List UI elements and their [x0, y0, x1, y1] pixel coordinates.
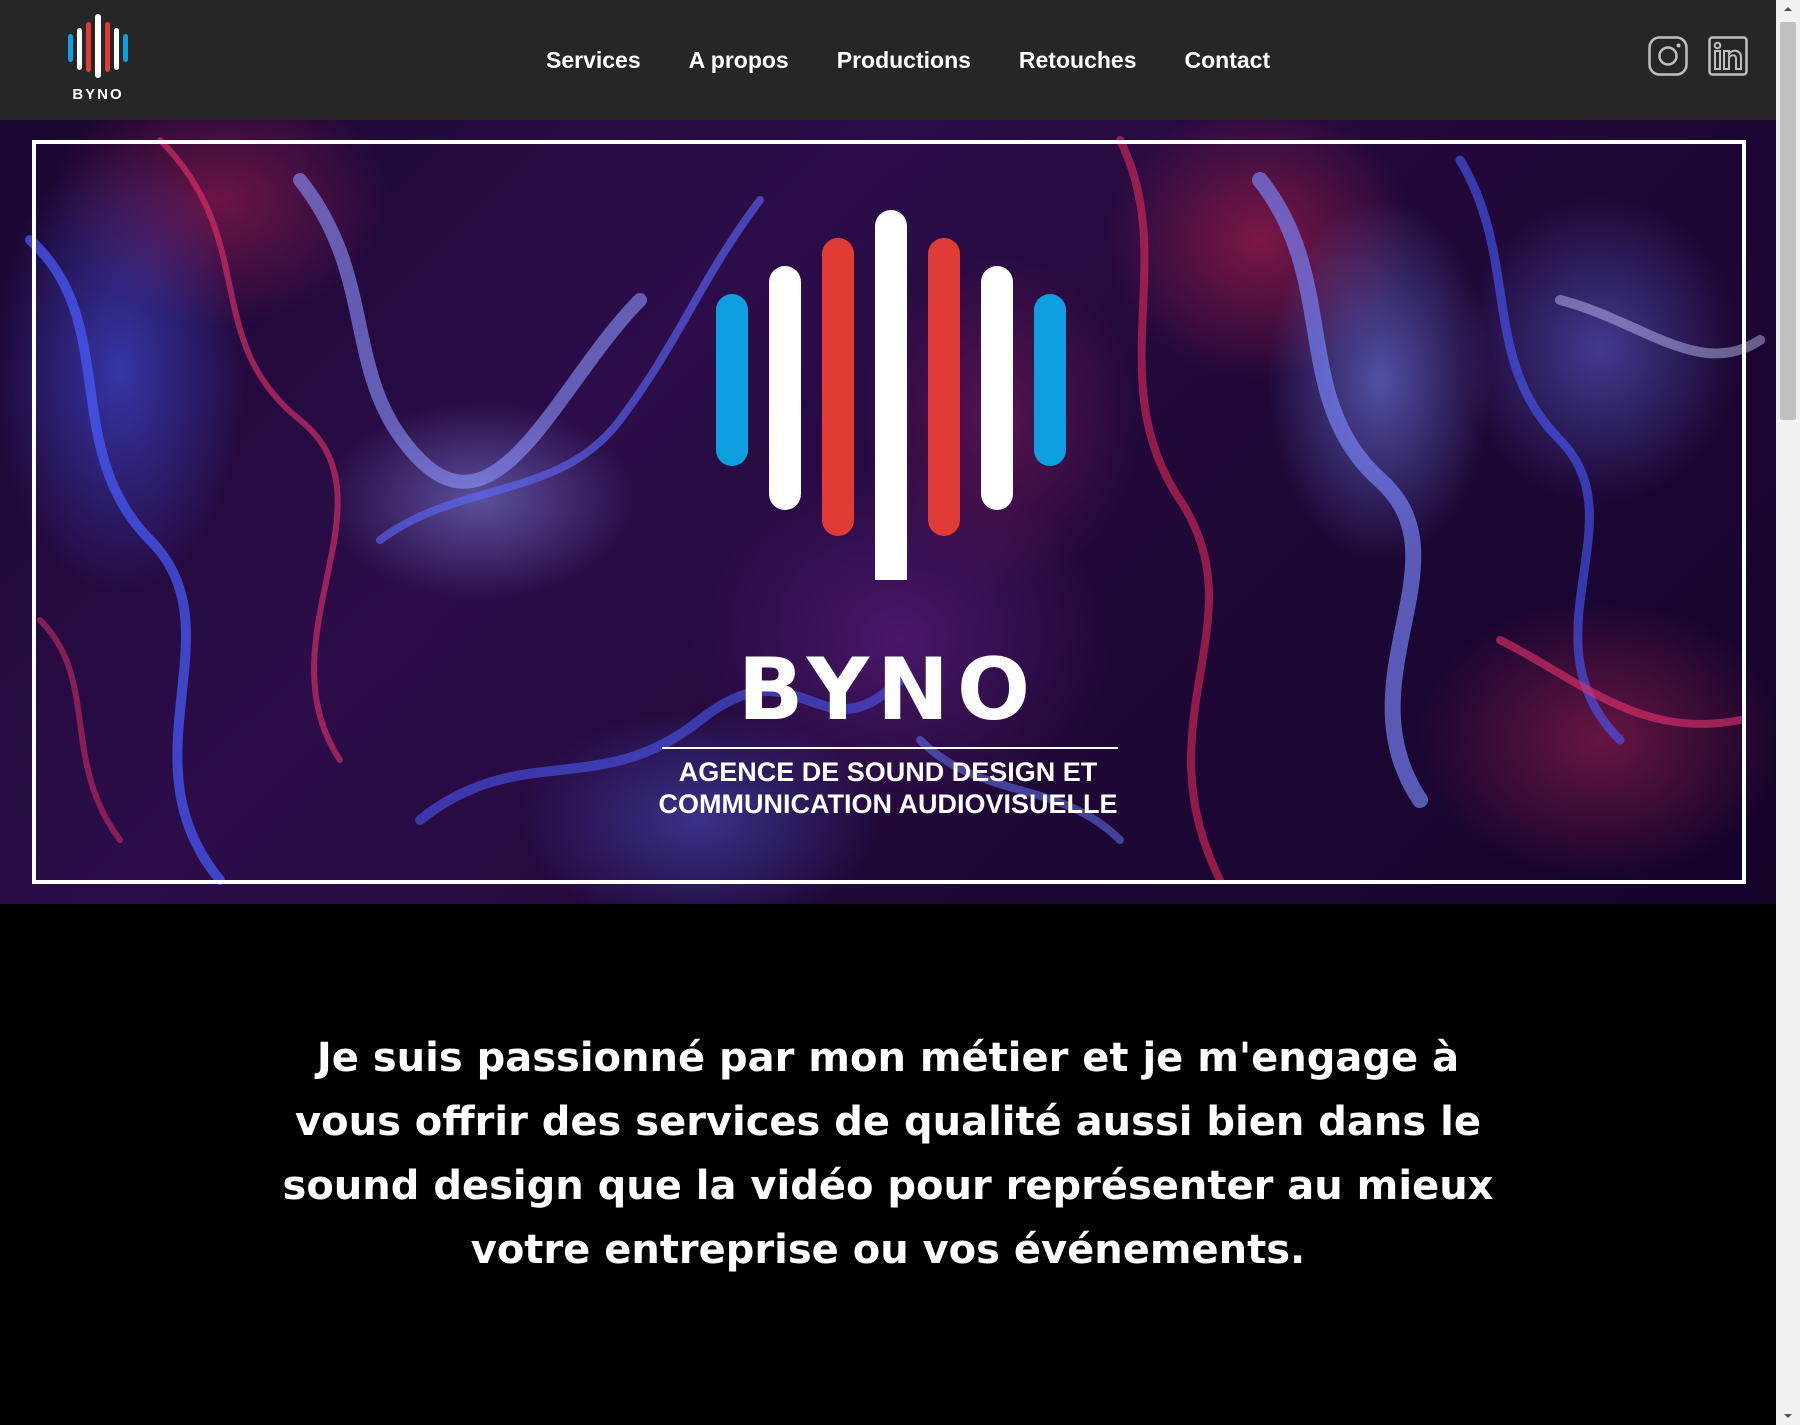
hero-divider [662, 747, 1118, 749]
byno-logo[interactable]: BYNO [66, 12, 130, 104]
nav-item-retouches[interactable]: Retouches [1019, 44, 1137, 76]
waveform-logo-icon [68, 14, 128, 78]
site-header: BYNO Services A propos Productions Retou… [0, 0, 1776, 120]
hero-title: BYNO [737, 640, 1039, 740]
instagram-icon [1648, 36, 1688, 76]
nav-item-a-propos[interactable]: A propos [689, 44, 789, 76]
nav-item-contact[interactable]: Contact [1185, 44, 1271, 76]
page-scrollbar[interactable] [1776, 0, 1800, 1425]
hero-subtitle-line-2: COMMUNICATION AUDIOVISUELLE [658, 789, 1118, 819]
main-nav: Services A propos Productions Retouches … [546, 44, 1270, 76]
scroll-thumb[interactable] [1780, 22, 1796, 420]
instagram-link[interactable] [1648, 36, 1688, 76]
hero-waveform-logo-icon [716, 210, 1066, 580]
nav-item-productions[interactable]: Productions [837, 44, 971, 76]
nav-item-services[interactable]: Services [546, 44, 641, 76]
linkedin-link[interactable] [1708, 36, 1748, 76]
hero-subtitle: AGENCE DE SOUND DESIGN ET COMMUNICATION … [0, 756, 1776, 820]
intro-section: Je suis passionné par mon métier et je m… [0, 904, 1776, 1425]
scroll-down-arrow-icon[interactable] [1776, 1407, 1800, 1425]
hero-subtitle-line-1: AGENCE DE SOUND DESIGN ET [678, 757, 1098, 787]
logo-text: BYNO [72, 86, 124, 103]
linkedin-icon [1708, 36, 1748, 76]
scroll-up-arrow-icon[interactable] [1776, 0, 1800, 18]
hero-banner: BYNO AGENCE DE SOUND DESIGN ET COMMUNICA… [0, 120, 1776, 904]
intro-text: Je suis passionné par mon métier et je m… [282, 1035, 1494, 1273]
